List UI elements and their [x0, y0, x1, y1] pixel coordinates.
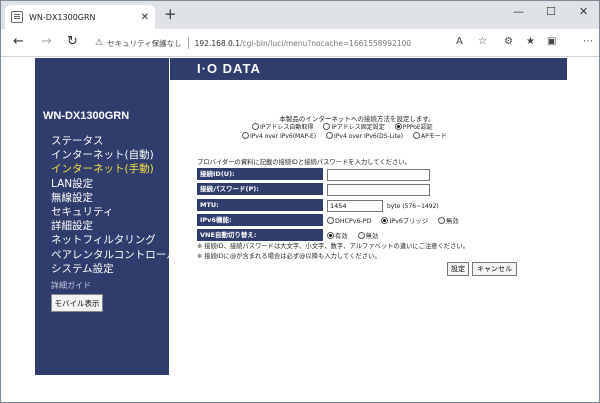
browser-toolbar: ← → ↻ ⚠ セキュリティ保護なし 192.168.0.1/cgi-bin/l…	[1, 29, 599, 57]
option-ds-lite[interactable]: IPv4 over IPv6(DS-Lite)	[326, 132, 403, 140]
sidebar-item-status[interactable]: ステータス	[51, 134, 177, 148]
sidebar-item-system[interactable]: システム設定	[51, 262, 177, 276]
brand-logo: I·O DATA	[197, 61, 261, 76]
radio-ipv6-bridge[interactable]	[381, 217, 389, 224]
warning-icon[interactable]: ⚠	[95, 38, 103, 48]
extensions-icon[interactable]: ⚙	[504, 36, 513, 47]
option-dhcp[interactable]: IPアドレス自動取得	[252, 122, 313, 131]
option-pppoe-label: PPPoE認証	[402, 124, 433, 131]
sidebar-item-net-filtering[interactable]: ネットフィルタリング	[51, 233, 177, 247]
option-vne-enabled[interactable]: 有効	[327, 231, 348, 240]
favorite-add-icon[interactable]: ☆	[478, 36, 487, 47]
radio-ap-mode[interactable]	[413, 132, 421, 139]
tab-title: WN-DX1300GRN	[29, 12, 96, 22]
favorites-icon[interactable]: ★	[526, 36, 535, 47]
option-dhcpv6-pd-label: DHCPv6-PD	[335, 218, 372, 225]
submit-button[interactable]: 設定	[447, 262, 469, 276]
sidebar-item-lan[interactable]: LAN設定	[51, 177, 177, 191]
option-ipv6-disabled-label: 無効	[446, 218, 459, 225]
tab-close-icon[interactable]: ✕	[141, 12, 149, 23]
connection-options-row2: IPv4 over IPv6(MAP-E) IPv4 over IPv6(DS-…	[242, 131, 455, 140]
radio-vne-disabled[interactable]	[357, 232, 365, 239]
radio-pppoe[interactable]	[394, 123, 402, 130]
cancel-button[interactable]: キャンセル	[472, 262, 517, 276]
option-ap-mode[interactable]: APモード	[413, 131, 447, 140]
connect-id-label: 接続ID(U):	[197, 168, 323, 180]
option-ipv6-disabled[interactable]: 無効	[438, 216, 459, 225]
option-ipv6-bridge[interactable]: IPv6ブリッジ	[381, 216, 428, 225]
read-aloud-icon[interactable]: A	[456, 36, 463, 47]
radio-dhcpv6-pd[interactable]	[327, 217, 334, 224]
tab-strip: WN-DX1300GRN ✕ + — ☐ ✕	[1, 1, 599, 29]
browser-window: WN-DX1300GRN ✕ + — ☐ ✕ ← → ↻ ⚠ セキュリティ保護な…	[0, 0, 600, 403]
router-admin-page: I·O DATA WN-DX1300GRN ステータス インターネット(自動) …	[1, 58, 599, 402]
browser-tab[interactable]: WN-DX1300GRN ✕	[5, 5, 155, 29]
sidebar-item-parental-control[interactable]: ペアレンタルコントロール	[51, 248, 177, 262]
option-map-e[interactable]: IPv4 over IPv6(MAP-E)	[242, 132, 316, 140]
forward-icon[interactable]: →	[41, 34, 52, 50]
reload-icon[interactable]: ↻	[67, 34, 78, 50]
radio-dhcp[interactable]	[252, 123, 259, 130]
radio-ipv6-disabled[interactable]	[438, 217, 446, 224]
option-vne-enabled-label: 有効	[335, 233, 348, 240]
back-icon[interactable]: ←	[13, 34, 24, 50]
sidebar-menu: ステータス インターネット(自動) インターネット(手動) LAN設定 無線設定…	[51, 134, 177, 276]
mobile-view-button[interactable]: モバイル表示	[51, 294, 103, 312]
option-dhcpv6-pd[interactable]: DHCPv6-PD	[327, 217, 371, 225]
detail-guide-link[interactable]: 詳細ガイド	[51, 280, 91, 291]
model-name: WN-DX1300GRN	[43, 110, 130, 122]
provider-note: プロバイダーの資料に記載の接続IDと接続パスワードを入力してください。	[197, 159, 411, 166]
address-divider	[187, 37, 189, 49]
url-path: /cgi-bin/luci/menu?nocache=1661558992100	[239, 38, 412, 48]
vne-options: 有効 無効	[327, 231, 386, 240]
collections-icon[interactable]: ▣	[547, 36, 556, 47]
connection-options-row1: IPアドレス自動取得 IPアドレス固定設定 PPPoE認証	[252, 122, 441, 131]
radio-static[interactable]	[323, 123, 331, 130]
mtu-label: MTU:	[197, 199, 323, 211]
option-dhcp-label: IPアドレス自動取得	[260, 124, 314, 131]
ipv6-options: DHCPv6-PD IPv6ブリッジ 無効	[327, 216, 467, 225]
sidebar-item-security[interactable]: セキュリティ	[51, 205, 177, 219]
new-tab-icon[interactable]: +	[164, 7, 177, 22]
mtu-input[interactable]: 1454	[327, 200, 383, 212]
vne-label: VNE自動切り替え:	[197, 229, 323, 241]
address-url[interactable]: 192.168.0.1/cgi-bin/luci/menu?nocache=16…	[195, 39, 412, 48]
option-vne-disabled[interactable]: 無効	[357, 231, 379, 240]
option-map-e-label: IPv4 over IPv6(MAP-E)	[250, 133, 317, 140]
radio-map-e[interactable]	[242, 132, 249, 139]
url-host: 192.168.0.1	[194, 38, 240, 48]
sidebar-item-internet-manual[interactable]: インターネット(手動)	[51, 162, 177, 176]
more-menu-icon[interactable]: ⋯	[583, 36, 593, 47]
mtu-hint: byte (576~1492)	[387, 203, 439, 210]
sidebar-item-wireless[interactable]: 無線設定	[51, 191, 177, 205]
radio-vne-enabled[interactable]	[327, 232, 334, 239]
connect-id-input[interactable]	[327, 169, 430, 181]
ipv6-label: IPv6機能:	[197, 214, 323, 226]
address-bar[interactable]: ⚠ セキュリティ保護なし 192.168.0.1/cgi-bin/luci/me…	[89, 33, 499, 53]
security-status[interactable]: セキュリティ保護なし	[107, 38, 182, 49]
window-close-icon[interactable]: ✕	[579, 5, 588, 18]
option-ap-mode-label: APモード	[421, 133, 447, 140]
maximize-icon[interactable]: ☐	[546, 5, 556, 18]
sidebar-item-advanced[interactable]: 詳細設定	[51, 219, 177, 233]
option-static[interactable]: IPアドレス固定設定	[323, 122, 385, 131]
connect-password-label: 接続パスワード(P):	[197, 183, 323, 195]
option-ipv6-bridge-label: IPv6ブリッジ	[389, 218, 429, 225]
option-static-label: IPアドレス固定設定	[331, 124, 385, 131]
radio-ds-lite[interactable]	[326, 132, 334, 139]
option-pppoe[interactable]: PPPoE認証	[394, 122, 433, 131]
minimize-icon[interactable]: —	[513, 5, 524, 18]
sidebar-item-internet-auto[interactable]: インターネット(自動)	[51, 148, 177, 162]
page-favicon-icon	[11, 11, 23, 23]
option-vne-disabled-label: 無効	[365, 233, 379, 240]
case-note: ※ 接続ID、接続パスワードは大文字、小文字、数字、アルファベットの違いにご注意…	[197, 243, 469, 250]
option-ds-lite-label: IPv4 over IPv6(DS-Lite)	[334, 133, 404, 140]
at-sign-note: ※ 接続IDに@が含まれる場合は必ず@以降も入力してください。	[197, 253, 381, 260]
connect-password-input[interactable]	[327, 184, 430, 196]
